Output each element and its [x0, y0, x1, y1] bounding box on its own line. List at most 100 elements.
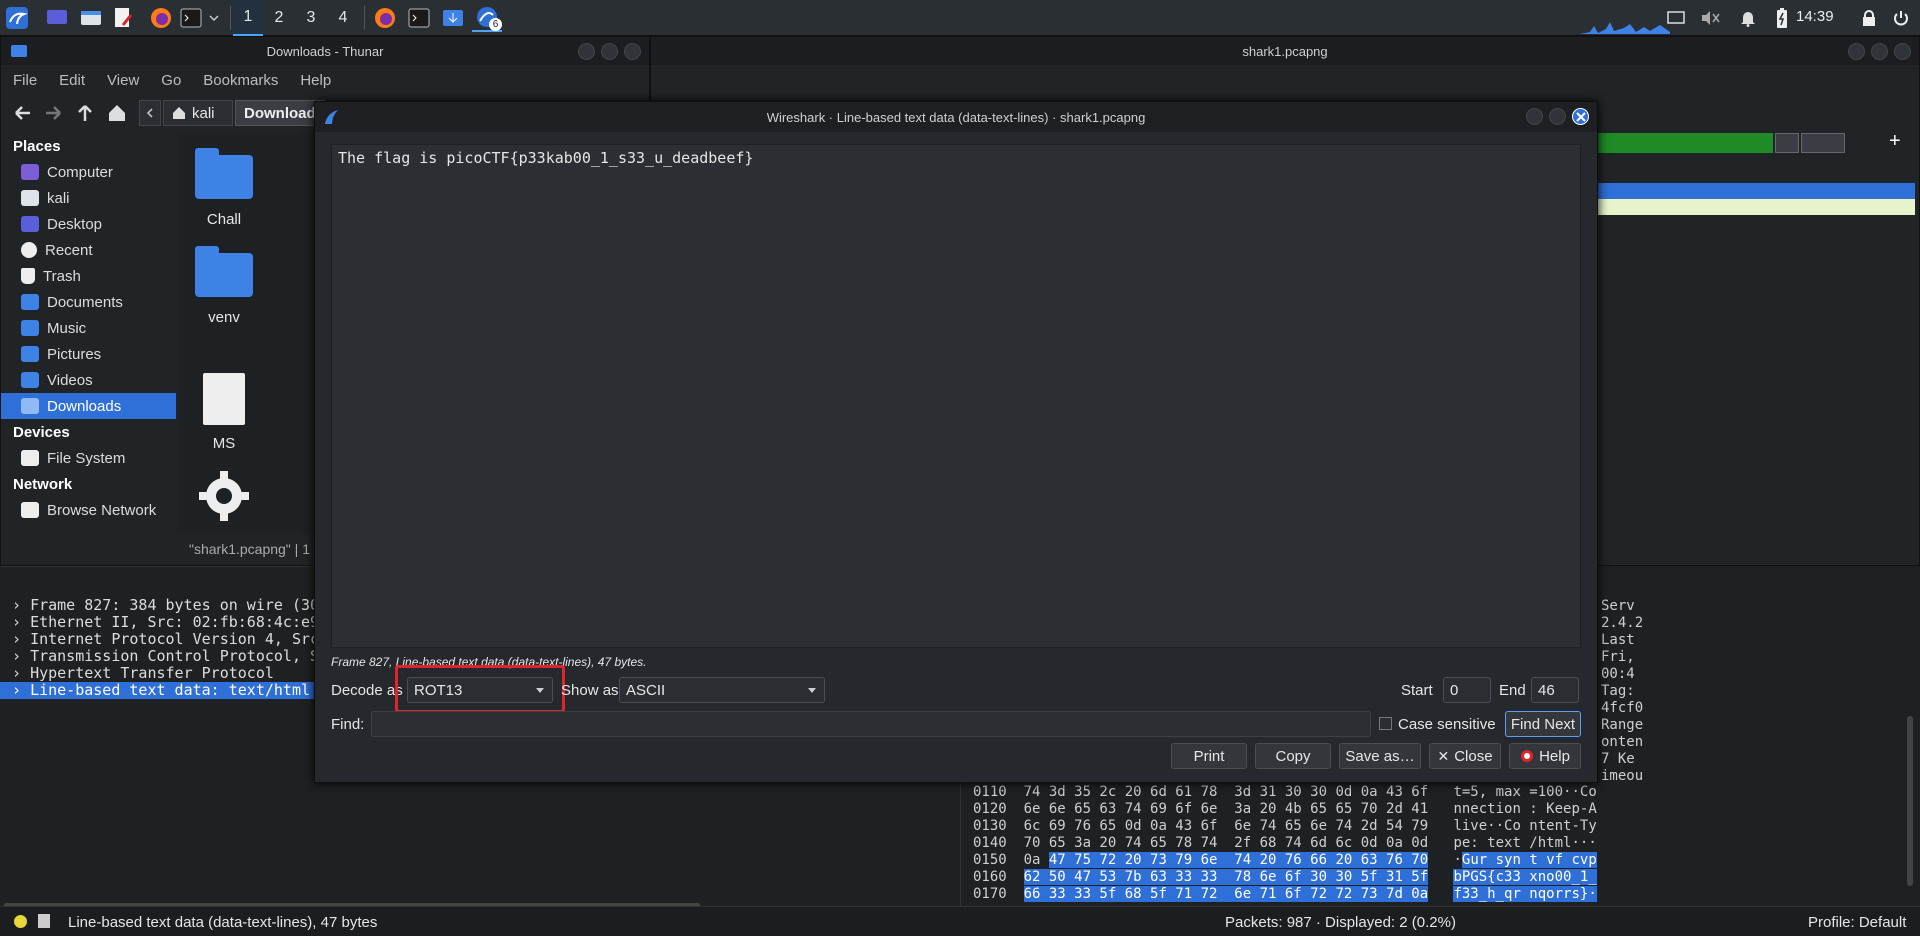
minimize-button[interactable] — [1526, 108, 1543, 125]
expert-info-icon[interactable] — [14, 915, 27, 928]
downloads-window-icon[interactable] — [440, 4, 466, 32]
display-filter-bar[interactable] — [1597, 133, 1773, 153]
menu-go[interactable]: Go — [161, 72, 181, 89]
path-left-button[interactable] — [139, 100, 161, 126]
close-icon — [1576, 112, 1586, 122]
packet-row-selected[interactable] — [1597, 183, 1915, 199]
path-downloads[interactable]: Download — [235, 100, 325, 126]
workspace-3[interactable]: 3 — [296, 0, 326, 36]
display-icon[interactable] — [1664, 4, 1688, 32]
chevron-down-icon[interactable] — [206, 4, 222, 32]
menu-help[interactable]: Help — [300, 72, 331, 89]
case-sensitive-checkbox[interactable] — [1379, 717, 1392, 730]
add-filter-icon[interactable]: + — [1889, 131, 1909, 151]
sidebar-item-documents[interactable]: Documents — [1, 289, 176, 315]
battery-icon[interactable] — [1772, 4, 1792, 32]
menu-view[interactable]: View — [107, 72, 139, 89]
file-item[interactable]: Chall — [181, 145, 267, 228]
file-item[interactable] — [181, 469, 267, 526]
help-button[interactable]: Help — [1509, 743, 1581, 769]
start-spinbox[interactable]: 0 — [1443, 677, 1491, 703]
terminal-icon[interactable] — [178, 4, 204, 32]
menu-bookmarks[interactable]: Bookmarks — [203, 72, 278, 89]
notifications-icon[interactable] — [1736, 4, 1760, 32]
power-icon[interactable] — [1890, 4, 1912, 32]
minimize-button[interactable] — [578, 43, 595, 60]
save-as-button[interactable]: Save as… — [1339, 743, 1421, 769]
wireshark-titlebar[interactable]: shark1.pcapng — [651, 37, 1919, 65]
status-profile[interactable]: Profile: Default — [1808, 914, 1906, 931]
print-button[interactable]: Print — [1171, 743, 1247, 769]
clear-filter-button[interactable] — [1775, 133, 1799, 153]
edit-comment-icon[interactable] — [38, 914, 50, 928]
status-packets: Packets: 987 · Displayed: 2 (0.2%) — [1225, 914, 1456, 931]
hex-row[interactable]: 0130 6c 69 76 65 0d 0a 43 6f 6e 74 65 6e… — [973, 818, 1597, 835]
sidebar-item-downloads[interactable]: Downloads — [1, 393, 176, 419]
sidebar-item-browse-network[interactable]: Browse Network — [1, 497, 176, 523]
copy-button[interactable]: Copy — [1255, 743, 1331, 769]
sidebar-item-trash[interactable]: Trash — [1, 263, 176, 289]
wireshark-window-icon[interactable]: 6 — [472, 4, 502, 32]
firefox-window-icon[interactable] — [372, 4, 398, 32]
clock[interactable]: 14:39 — [1796, 8, 1834, 28]
sidebar-item-filesystem[interactable]: File System — [1, 445, 176, 471]
vertical-scrollbar[interactable] — [1907, 716, 1913, 886]
desktop-icon[interactable] — [44, 4, 70, 32]
maximize-button[interactable] — [1871, 43, 1888, 60]
end-spinbox[interactable]: 46 — [1531, 677, 1579, 703]
sidebar-item-videos[interactable]: Videos — [1, 367, 176, 393]
find-next-button[interactable]: Find Next — [1505, 711, 1581, 737]
workspace-4[interactable]: 4 — [328, 0, 358, 36]
close-button[interactable] — [1572, 108, 1589, 125]
hex-row[interactable]: 0150 0a 47 75 72 20 73 79 6e 74 20 76 66… — [973, 852, 1597, 869]
packet-row[interactable] — [1597, 199, 1915, 215]
sidebar-item-music[interactable]: Music — [1, 315, 176, 341]
file-item[interactable]: MS — [181, 373, 267, 452]
home-icon[interactable] — [107, 103, 127, 123]
sidebar-item-pictures[interactable]: Pictures — [1, 341, 176, 367]
decoded-content[interactable]: The flag is picoCTF{p33kab00_1_s33_u_dea… — [331, 144, 1581, 648]
file-item[interactable]: venv — [181, 243, 267, 326]
thunar-titlebar[interactable]: Downloads - Thunar — [1, 37, 649, 65]
close-dialog-button[interactable]: ✕ Close — [1429, 743, 1501, 769]
up-arrow-icon[interactable] — [75, 103, 95, 123]
hex-row[interactable]: 0140 70 65 3a 20 74 65 78 74 2f 68 74 6d… — [973, 835, 1597, 852]
kali-menu-icon[interactable] — [2, 4, 32, 32]
folder-icon — [195, 246, 253, 297]
maximize-button[interactable] — [601, 43, 618, 60]
dialog-titlebar[interactable]: Wireshark · Line-based text data (data-t… — [315, 102, 1597, 132]
firefox-icon[interactable] — [148, 4, 174, 32]
hex-row[interactable]: 0110 74 3d 35 2c 20 6d 61 78 3d 31 30 30… — [973, 784, 1597, 801]
minimize-button[interactable] — [1848, 43, 1865, 60]
sidebar-item-kali[interactable]: kali — [1, 185, 176, 211]
file-manager-icon[interactable] — [78, 4, 104, 32]
text-editor-icon[interactable] — [110, 4, 136, 32]
show-as-select[interactable]: ASCII — [619, 677, 825, 703]
thunar-menubar: File Edit View Go Bookmarks Help — [1, 67, 649, 93]
hex-row[interactable]: 0160 62 50 47 53 7b 63 33 33 78 6e 6f 30… — [973, 869, 1597, 886]
forward-arrow-icon[interactable] — [43, 103, 63, 123]
volume-muted-icon[interactable] — [1698, 4, 1722, 32]
close-button[interactable] — [1894, 43, 1911, 60]
maximize-button[interactable] — [1549, 108, 1566, 125]
back-arrow-icon[interactable] — [13, 103, 33, 123]
case-sensitive-label: Case sensitive — [1398, 716, 1496, 733]
menu-file[interactable]: File — [13, 72, 37, 89]
hex-row[interactable]: 0120 6e 6e 65 63 74 69 6f 6e 3a 20 4b 65… — [973, 801, 1597, 818]
tree-row-text-data[interactable]: › Line-based text data: text/html — [0, 682, 314, 699]
workspace-1[interactable]: 1 — [233, 0, 263, 36]
hex-row[interactable]: 0170 66 33 33 5f 68 5f 71 72 6e 71 6f 72… — [973, 886, 1597, 903]
sidebar-item-desktop[interactable]: Desktop — [1, 211, 176, 237]
menu-edit[interactable]: Edit — [59, 72, 85, 89]
terminal-window-icon[interactable] — [406, 4, 432, 32]
path-kali[interactable]: kali — [163, 100, 233, 126]
overflow-line: Serv — [1601, 598, 1635, 614]
workspace-2[interactable]: 2 — [264, 0, 294, 36]
lock-icon[interactable] — [1858, 4, 1880, 32]
sidebar-item-computer[interactable]: Computer — [1, 159, 176, 185]
sidebar-item-recent[interactable]: Recent — [1, 237, 176, 263]
close-button[interactable] — [624, 43, 641, 60]
dialog-title: Wireshark · Line-based text data (data-t… — [766, 109, 1146, 125]
apply-filter-button[interactable] — [1801, 133, 1845, 153]
find-input[interactable] — [371, 711, 1371, 737]
